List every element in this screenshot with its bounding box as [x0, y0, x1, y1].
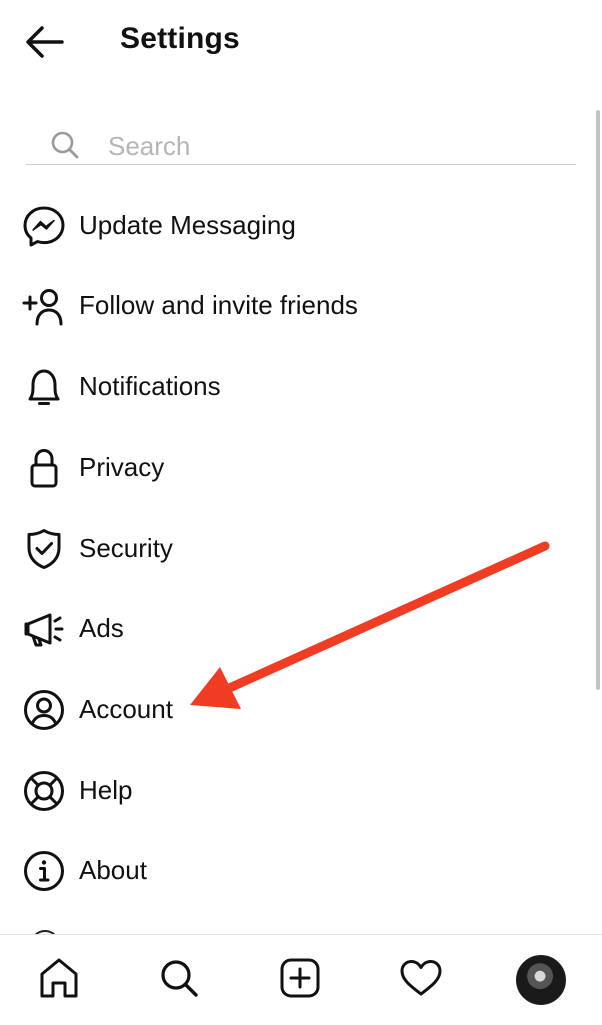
tab-new-post[interactable]: [275, 953, 325, 1003]
heart-icon: [400, 960, 442, 996]
tab-home[interactable]: [34, 953, 84, 1003]
add-person-icon: [22, 289, 63, 326]
menu-item-label: Account: [79, 694, 173, 724]
search-input[interactable]: [106, 128, 550, 164]
shield-check-icon: [27, 529, 61, 569]
bottom-tab-bar: [0, 934, 602, 1025]
menu-item-label: Security: [79, 533, 173, 563]
menu-item-about[interactable]: About: [0, 835, 590, 905]
search-bar[interactable]: [26, 120, 576, 165]
menu-item-account[interactable]: Account: [0, 674, 590, 744]
arrow-left-icon: [26, 26, 64, 58]
info-icon: [24, 851, 64, 891]
search-icon: [51, 131, 79, 159]
bell-icon: [28, 369, 60, 405]
user-circle-icon: [24, 690, 64, 730]
megaphone-icon: [24, 613, 64, 647]
menu-item-privacy[interactable]: Privacy: [0, 432, 590, 502]
back-button[interactable]: [22, 20, 70, 64]
home-icon: [40, 958, 78, 998]
header: Settings: [0, 0, 602, 90]
menu-item-label: Help: [79, 775, 133, 805]
profile-avatar[interactable]: [516, 955, 566, 1005]
menu-item-update-messaging[interactable]: Update Messaging: [0, 190, 590, 260]
menu-item-label: About: [79, 855, 147, 885]
page-title: Settings: [120, 22, 240, 55]
scrollbar[interactable]: [596, 110, 600, 690]
menu-item-label: Ads: [79, 613, 124, 643]
menu-item-notifications[interactable]: Notifications: [0, 351, 590, 421]
menu-item-label: Privacy: [79, 452, 165, 482]
lifebuoy-icon: [24, 771, 64, 811]
menu-item-label: Update Messaging: [79, 210, 296, 240]
menu-item-help[interactable]: Help: [0, 755, 590, 825]
search-icon: [161, 960, 198, 997]
menu-item-label: Follow and invite friends: [79, 290, 358, 320]
menu-item-security[interactable]: Security: [0, 513, 590, 583]
messenger-icon: [23, 206, 65, 247]
new-post-icon: [280, 958, 320, 998]
menu-item-ads[interactable]: Ads: [0, 593, 590, 663]
tab-search[interactable]: [154, 953, 204, 1003]
menu-item-label: Notifications: [79, 371, 221, 401]
lock-icon: [30, 448, 58, 488]
menu-item-follow-invite[interactable]: Follow and invite friends: [0, 270, 590, 340]
tab-activity[interactable]: [396, 953, 446, 1003]
